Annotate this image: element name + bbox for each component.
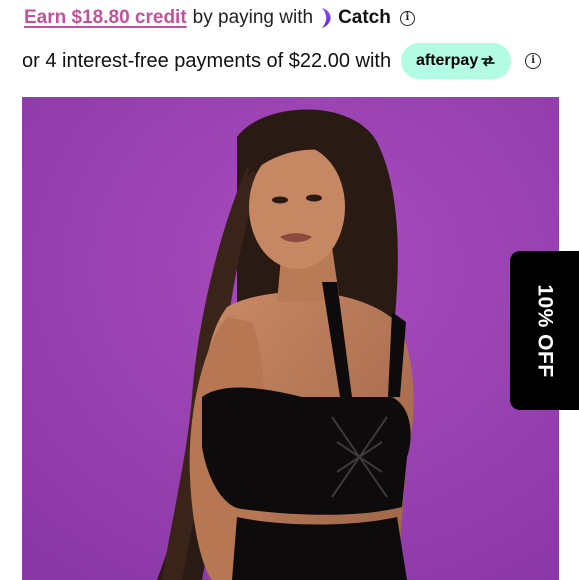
afterpay-arrows-icon <box>480 55 496 67</box>
catch-text: by paying with <box>192 7 314 28</box>
info-icon[interactable]: i <box>399 10 415 26</box>
catch-credit-row: Earn $18.80 credit by paying with Catch … <box>24 5 415 31</box>
afterpay-text: or 4 interest-free payments of $22.00 wi… <box>22 49 392 72</box>
model-photo <box>22 97 559 580</box>
afterpay-info-icon[interactable]: i <box>525 53 542 69</box>
catch-brand: Catch <box>338 7 391 28</box>
afterpay-badge-label: afterpay <box>415 52 479 69</box>
catch-logo: Catch <box>320 7 391 29</box>
catch-swoosh-icon <box>322 8 331 28</box>
product-image[interactable] <box>22 97 559 580</box>
earn-credit-link[interactable]: Earn $18.80 credit <box>24 7 187 29</box>
discount-tab[interactable]: 10% OFF <box>510 251 579 410</box>
discount-tab-label: 10% OFF <box>533 283 557 378</box>
afterpay-row: or 4 interest-free payments of $22.00 wi… <box>22 43 542 79</box>
afterpay-badge[interactable]: afterpay <box>401 43 512 79</box>
